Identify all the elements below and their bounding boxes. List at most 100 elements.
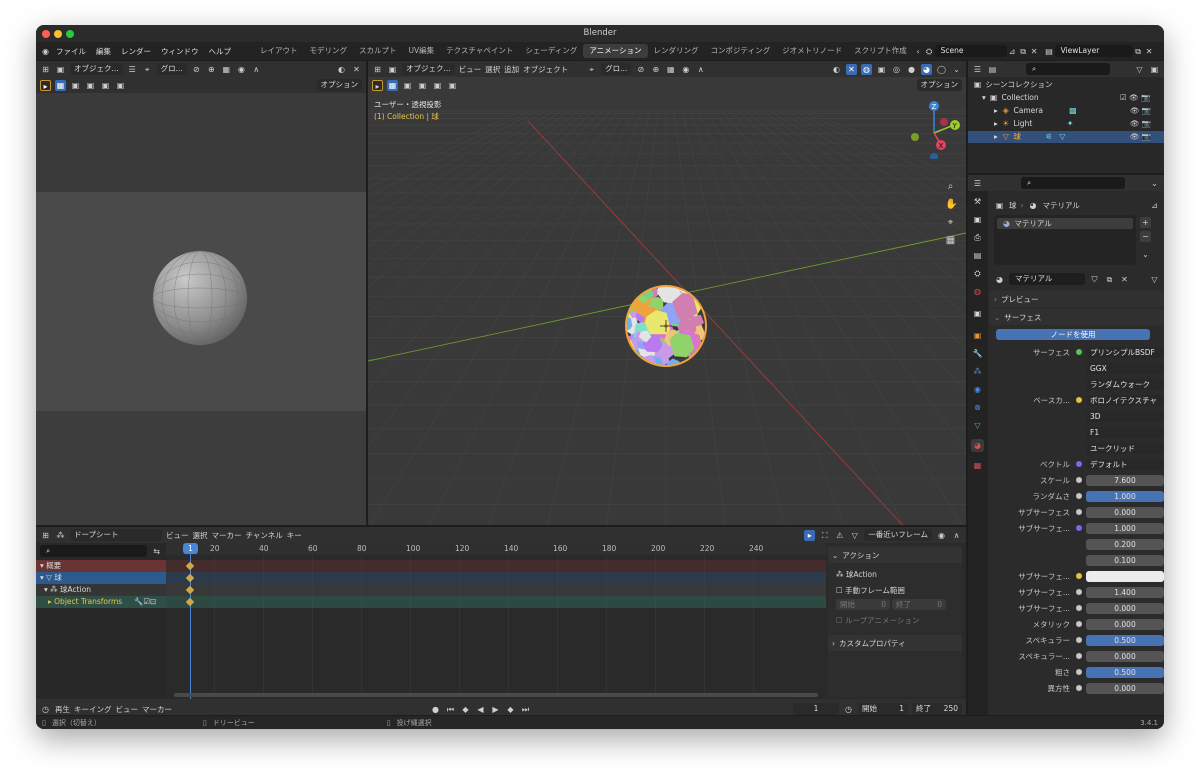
navigation-gizmo[interactable]: Z Y X — [906, 99, 962, 159]
world-tab-icon[interactable]: ◍ — [971, 285, 984, 298]
editor-type-icon[interactable]: ⊞ — [372, 64, 383, 75]
socket-dot-icon[interactable] — [1076, 637, 1082, 643]
particles-tab-icon[interactable]: ⁂ — [971, 365, 984, 378]
property-value-field[interactable]: 0.100 — [1086, 554, 1164, 566]
surface-panel-header[interactable]: ⌄ サーフェス — [990, 309, 1164, 325]
camera-view-icon[interactable]: ⌖ — [945, 217, 956, 228]
options-dropdown[interactable]: オプション — [916, 79, 962, 91]
property-value-field[interactable]: 0.000 — [1086, 682, 1164, 694]
socket-dot-icon[interactable] — [1076, 397, 1082, 403]
socket-dot-icon[interactable] — [1076, 509, 1082, 515]
horizontal-scrollbar[interactable] — [174, 693, 818, 697]
current-frame-field[interactable]: 1 — [793, 703, 839, 715]
snap-target-icon[interactable]: ▦ — [665, 64, 676, 75]
property-value-field[interactable]: プリンシプルBSDF — [1086, 346, 1164, 358]
errors-icon[interactable]: ⚠ — [834, 530, 845, 541]
wireframe-shading-icon[interactable]: ◎ — [891, 64, 902, 75]
outliner-row-collection[interactable]: ▾ ▣ Collection ☑ 👁 📷 — [968, 92, 1150, 104]
new-view-layer-icon[interactable]: ⧉ — [1133, 46, 1144, 57]
socket-dot-icon[interactable] — [1076, 461, 1082, 467]
prev-keyframe-icon[interactable]: ◆ — [460, 704, 471, 715]
options-icon[interactable]: ⌄ — [1149, 178, 1160, 189]
xray-icon[interactable]: ▣ — [876, 64, 887, 75]
new-collection-icon[interactable]: ▣ — [1149, 64, 1160, 75]
material-slots-list[interactable]: ◕ マテリアル — [994, 215, 1136, 265]
render-tab-icon[interactable]: ▣ — [971, 213, 984, 226]
jump-start-icon[interactable]: ⏮ — [445, 704, 456, 715]
playhead-frame[interactable]: 1 — [183, 543, 198, 554]
tab-sculpt[interactable]: スカルプト — [353, 44, 403, 58]
gizmo-toggle-icon[interactable]: ✕ — [846, 63, 857, 75]
property-value-field[interactable]: ユークリッド — [1086, 442, 1164, 454]
property-value-field[interactable]: 0.000 — [1086, 618, 1164, 630]
tab-layout[interactable]: レイアウト — [254, 44, 304, 58]
proportional-edit-icon[interactable]: ◉ — [680, 64, 691, 75]
tab-modeling[interactable]: モデリング — [304, 44, 354, 58]
tab-geometry-nodes[interactable]: ジオメトリノード — [776, 44, 848, 58]
main-3d-viewport[interactable]: ⊞ ▣ オブジェク... ビュー 選択 追加 オブジェクト ⌖ グロ... ⊘ … — [368, 61, 966, 525]
duplicate-material-icon[interactable]: ⧉ — [1104, 274, 1115, 285]
object-tab-icon[interactable]: ▣ — [971, 329, 984, 342]
pin-icon[interactable]: ⊿ — [1149, 200, 1160, 211]
play-reverse-icon[interactable]: ◀ — [475, 704, 486, 715]
proportional-edit-icon[interactable]: ◉ — [936, 530, 947, 541]
mode-dropdown[interactable]: オブジェク... — [402, 63, 455, 75]
property-value-field[interactable]: 0.000 — [1086, 650, 1164, 662]
snap-icon[interactable]: ⊕ — [650, 64, 661, 75]
editor-type-icon[interactable]: ⊞ — [40, 530, 51, 541]
socket-dot-icon[interactable] — [1076, 589, 1082, 595]
socket-dot-icon[interactable] — [1076, 525, 1082, 531]
output-tab-icon[interactable]: ⎙ — [971, 231, 984, 244]
view-layer-selector[interactable]: ViewLayer — [1054, 45, 1133, 57]
tab-compositing[interactable]: コンポジティング — [705, 44, 777, 58]
browse-material-icon[interactable]: ◕ — [994, 274, 1005, 285]
socket-dot-icon[interactable] — [1076, 573, 1082, 579]
filter-icon[interactable]: ▽ — [849, 530, 860, 541]
channel-group[interactable]: ▸ Object Transforms 🔧☑⊡ — [36, 596, 166, 608]
menu-add[interactable]: 追加 — [504, 64, 519, 75]
menu-select[interactable]: 選択 — [485, 64, 500, 75]
property-value-field[interactable]: 1.000 — [1086, 490, 1164, 502]
delete-view-layer-icon[interactable]: ✕ — [1144, 46, 1155, 57]
falloff-icon[interactable]: ∧ — [695, 64, 706, 75]
channel-toggles[interactable]: 🔧☑⊡ — [134, 596, 156, 608]
preview-range-icon[interactable]: ◷ — [843, 704, 854, 715]
socket-dot-icon[interactable] — [1076, 621, 1082, 627]
frame-ruler[interactable]: 20 40 60 80 100 120 140 160 180 200 220 240 — [166, 543, 826, 555]
material-shading-icon[interactable]: ◕ — [921, 63, 932, 75]
keyframe-area[interactable]: 20 40 60 80 100 120 140 160 180 200 220 240 1 — [166, 543, 826, 699]
outliner-row-light[interactable]: ▸ ☀ Light ✦ 👁 📷 — [968, 118, 1151, 130]
fake-user-icon[interactable]: ⛉ — [1089, 274, 1100, 285]
snap-mode-dropdown[interactable]: 一番近いフレーム — [864, 529, 932, 541]
pin-icon[interactable]: ⊿ — [1007, 46, 1018, 57]
select-extend-icon[interactable]: ▣ — [402, 80, 413, 91]
material-filter-icon[interactable]: ▽ — [1149, 274, 1160, 285]
data-tab-icon[interactable]: ▽ — [971, 419, 984, 432]
property-value-field[interactable] — [1086, 570, 1164, 582]
property-value-field[interactable]: ボロノイテクスチャ — [1086, 394, 1164, 406]
scene-selector[interactable]: Scene — [934, 45, 1007, 57]
preview-panel-header[interactable]: › プレビュー — [990, 291, 1164, 307]
slot-specials-icon[interactable]: ⌄ — [1140, 249, 1151, 260]
tab-texture-paint[interactable]: テクスチャペイント — [440, 44, 519, 58]
pan-hand-icon[interactable]: ✋ — [945, 199, 957, 210]
socket-dot-icon[interactable] — [1076, 669, 1082, 675]
socket-dot-icon[interactable] — [1076, 477, 1082, 483]
property-value-field[interactable]: 0.000 — [1086, 506, 1164, 518]
blender-logo-icon[interactable]: ◉ — [40, 46, 51, 57]
socket-dot-icon[interactable] — [1076, 605, 1082, 611]
tool-tab-icon[interactable]: ⚒ — [971, 195, 984, 208]
socket-dot-icon[interactable] — [1076, 685, 1082, 691]
property-value-field[interactable]: デフォルト — [1086, 458, 1164, 470]
menu-playback[interactable]: 再生 — [55, 704, 70, 715]
record-icon[interactable]: ● — [430, 704, 441, 715]
use-nodes-button[interactable]: ノードを使用 — [996, 329, 1150, 340]
select-tool-icon[interactable]: ▸ — [372, 79, 383, 91]
unlink-material-icon[interactable]: ✕ — [1119, 274, 1130, 285]
outliner-row-sphere[interactable]: ▸ ▽ 球 ⚟ ▽ 👁 📷 — [968, 131, 1164, 143]
tab-scripting[interactable]: スクリプト作成 — [848, 44, 913, 58]
select-box-icon[interactable]: ▦ — [387, 79, 398, 91]
timeline-editor-icon[interactable]: ◷ — [40, 704, 51, 715]
select-subtract-icon[interactable]: ▣ — [417, 80, 428, 91]
menu-view[interactable]: ビュー — [166, 530, 189, 541]
